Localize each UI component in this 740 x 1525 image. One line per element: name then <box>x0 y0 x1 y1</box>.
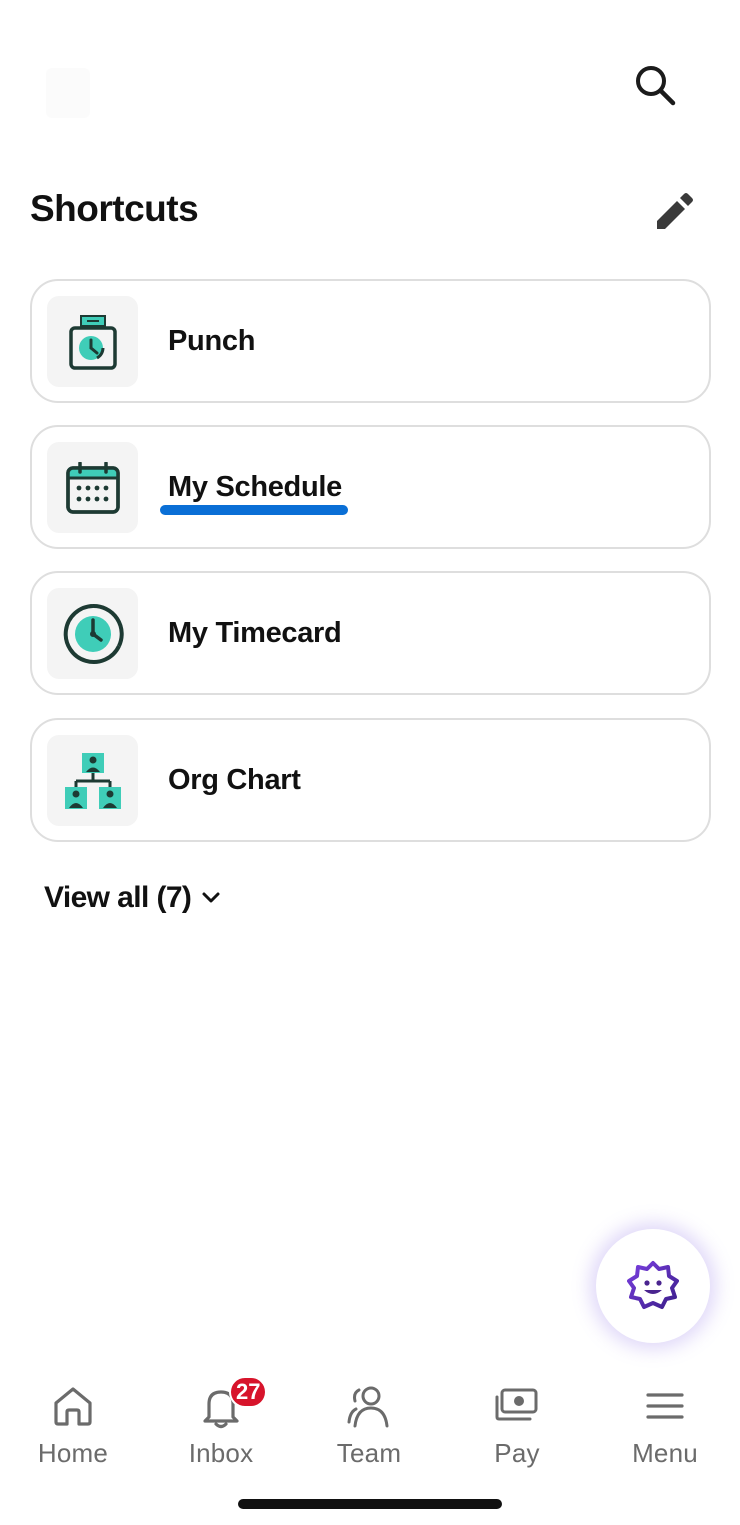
shortcut-label: Org Chart <box>168 763 301 796</box>
shortcut-my-timecard[interactable]: My Timecard <box>30 571 711 695</box>
shortcut-org-chart[interactable]: Org Chart <box>30 718 711 842</box>
nav-label: Home <box>37 1438 109 1468</box>
chevron-down-icon <box>202 892 220 903</box>
app-screen: Shortcuts Punch My Schedule My Timecard … <box>0 0 740 1525</box>
nav-label: Team <box>336 1438 402 1468</box>
view-all-button[interactable]: View all (7) <box>44 876 221 920</box>
nav-menu[interactable]: Menu <box>600 1380 730 1480</box>
nav-home[interactable]: Home <box>8 1380 138 1480</box>
nav-team[interactable]: Team <box>304 1380 434 1480</box>
search-icon <box>636 66 676 106</box>
assistant-button[interactable] <box>596 1229 710 1343</box>
search-button[interactable] <box>626 56 684 114</box>
menu-icon <box>646 1393 684 1419</box>
shortcut-icon-tile <box>47 442 138 533</box>
calendar-icon <box>65 461 120 514</box>
shortcuts-title: Shortcuts <box>30 188 199 229</box>
nav-inbox[interactable]: 27 Inbox <box>156 1376 286 1480</box>
shortcut-icon-tile <box>47 588 138 679</box>
view-all-label: View all (7) <box>44 881 192 914</box>
home-indicator <box>238 1499 502 1509</box>
shortcut-punch[interactable]: Punch <box>30 279 711 403</box>
pencil-icon <box>657 193 693 229</box>
org-chart-icon <box>64 752 121 809</box>
nav-label: Menu <box>632 1438 698 1468</box>
pay-icon <box>495 1388 538 1421</box>
nav-label: Pay <box>494 1438 540 1468</box>
nav-label: Inbox <box>188 1438 254 1468</box>
app-logo <box>46 68 90 118</box>
nav-pay[interactable]: Pay <box>452 1380 582 1480</box>
shortcut-icon-tile <box>47 735 138 826</box>
shortcut-icon-tile <box>47 296 138 387</box>
timecard-clock-icon <box>63 603 124 664</box>
home-icon <box>54 1387 92 1426</box>
edit-shortcuts-button[interactable] <box>646 184 700 238</box>
punch-clock-icon <box>68 314 117 370</box>
shortcut-my-schedule[interactable]: My Schedule <box>30 425 711 549</box>
shortcut-label: My Schedule <box>168 470 342 503</box>
shortcut-label: My Timecard <box>168 616 342 649</box>
shortcut-label: Punch <box>168 324 256 357</box>
inbox-badge: 27 <box>229 1376 268 1408</box>
bottom-nav: Home 27 Inbox Team Pay Menu <box>0 1376 740 1490</box>
selection-underline <box>160 505 348 515</box>
team-icon <box>347 1386 389 1428</box>
assistant-badge-icon <box>627 1261 679 1309</box>
